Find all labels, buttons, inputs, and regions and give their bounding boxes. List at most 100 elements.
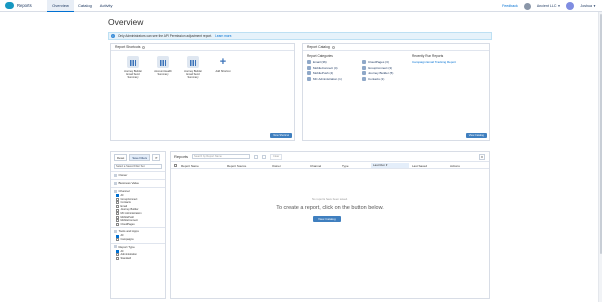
filter-actions: Reset Save Filters ⟳: [111, 152, 165, 163]
cloudpages-icon: [362, 60, 366, 64]
shortcut-item[interactable]: Account Health Summary: [151, 56, 175, 79]
tab-overview[interactable]: Overview: [47, 0, 74, 12]
new-shortcut-button[interactable]: New Shortcut: [270, 133, 292, 138]
category-mobileconnect[interactable]: MobileConnect (4): [307, 65, 362, 70]
checkbox[interactable]: [116, 197, 119, 201]
tab-bar: Overview Catalog Activity: [47, 0, 116, 12]
category-label: MobileConnect (4): [313, 65, 338, 70]
gear-icon[interactable]: ⚙: [479, 154, 485, 160]
tab-catalog[interactable]: Catalog: [74, 0, 96, 12]
recent-heading: Recently Run Reports: [412, 54, 444, 58]
clear-button[interactable]: Clear: [270, 153, 283, 160]
filter-option[interactable]: Standard: [116, 257, 162, 261]
user-menu[interactable]: Joshua ▼: [580, 4, 596, 8]
push-icon: [307, 71, 311, 76]
category-mc-administration[interactable]: MC Administration (1): [307, 76, 362, 81]
checkbox[interactable]: [116, 219, 119, 223]
shortcut-item[interactable]: Journey Builder Email Send Summary: [121, 56, 145, 79]
filter-group-header[interactable]: Report Type: [114, 245, 162, 249]
category-label: CloudPages (3): [368, 60, 389, 64]
help-icon[interactable]: [142, 45, 146, 49]
report-chart-icon: [187, 56, 199, 68]
group-title: Business Value: [118, 181, 139, 185]
checkbox[interactable]: [116, 205, 119, 209]
view-catalog-button[interactable]: View Catalog: [465, 133, 487, 138]
saved-filter-select[interactable]: Select a Saved Filter Set: [114, 164, 162, 169]
filter-group-header[interactable]: Business Value: [114, 181, 162, 185]
help-icon[interactable]: [523, 2, 531, 10]
page-scrollbar[interactable]: [598, 12, 602, 302]
shortcut-label: Add Shortcut: [215, 70, 231, 73]
email-icon: [307, 60, 311, 64]
checkbox[interactable]: [116, 201, 119, 205]
search-icon[interactable]: [254, 154, 259, 159]
empty-note: No reports have been saved.: [312, 197, 348, 201]
filter-option[interactable]: Campaigns: [116, 238, 162, 242]
category-contacts[interactable]: Contacts (1): [362, 76, 417, 81]
category-label: Contacts (1): [368, 76, 385, 81]
feedback-link[interactable]: Feedback: [502, 4, 518, 8]
avatar[interactable]: [566, 2, 575, 10]
column-actions: Actions: [450, 163, 460, 168]
option-label: Standard: [120, 256, 132, 260]
checkbox[interactable]: [116, 234, 119, 238]
chevron-down-icon: ▼: [593, 4, 596, 8]
column-report-name[interactable]: Report Name: [181, 164, 199, 168]
category-journey-builder[interactable]: Journey Builder (5): [362, 71, 417, 76]
filter-icon[interactable]: [262, 154, 267, 159]
group-title: Tools and Apps: [118, 229, 139, 234]
filter-panel: Reset Save Filters ⟳ Select a Saved Filt…: [110, 151, 166, 299]
category-groupconnect[interactable]: GroupConnect (3): [362, 65, 417, 70]
refresh-icon[interactable]: ⟳: [152, 154, 161, 161]
shortcut-item[interactable]: Journey Builder Email Send Summary: [181, 56, 205, 79]
column-channel[interactable]: Channel: [310, 164, 321, 168]
select-all-checkbox[interactable]: [174, 164, 177, 167]
save-filters-button[interactable]: Save Filters: [129, 154, 151, 161]
tab-activity[interactable]: Activity: [96, 0, 117, 12]
checkbox[interactable]: [116, 212, 119, 216]
category-email[interactable]: Email (36): [307, 60, 362, 64]
checkbox[interactable]: [116, 238, 119, 242]
recent-report-link[interactable]: Campaign Email Tracking Report: [412, 60, 456, 64]
checkbox[interactable]: [116, 249, 119, 253]
shortcut-list: Journey Builder Email Send Summary Accou…: [121, 56, 235, 79]
group-title: Report Type: [118, 244, 135, 249]
column-last-saved[interactable]: Last Saved: [412, 164, 427, 168]
filter-group-header[interactable]: Owner: [114, 173, 162, 177]
filter-group-business-value: Business Value: [111, 179, 165, 187]
view-catalog-button[interactable]: View Catalog: [313, 216, 341, 222]
empty-message: To create a report, click on the button …: [276, 205, 384, 211]
filter-group-header[interactable]: Tools and Apps: [114, 229, 162, 233]
column-last-run[interactable]: Last Run ▾: [371, 162, 409, 168]
checkbox[interactable]: [116, 208, 119, 212]
column-owner[interactable]: Owner: [272, 164, 281, 168]
shortcut-label: Journey Builder Email Send Summary: [183, 70, 203, 79]
top-right-controls: Feedback Ancient LLC ▼ Joshua ▼: [502, 0, 596, 12]
column-type[interactable]: Type: [342, 164, 349, 168]
sort-icon: ▾: [385, 162, 388, 167]
learn-more-link[interactable]: Learn more.: [215, 34, 232, 38]
checkbox[interactable]: [116, 194, 119, 198]
checkbox[interactable]: [116, 215, 119, 219]
app-name: Reports: [17, 3, 32, 8]
checkbox[interactable]: [116, 257, 119, 261]
help-icon[interactable]: [331, 45, 335, 49]
category-cloudpages[interactable]: CloudPages (3): [362, 60, 417, 64]
filter-group-header[interactable]: Channel: [114, 189, 162, 193]
search-input[interactable]: Search by Report Name: [192, 154, 251, 159]
cloud-logo-icon[interactable]: [5, 2, 14, 9]
collapse-icon: [114, 245, 117, 249]
checkbox[interactable]: [116, 253, 119, 257]
shortcut-label: Journey Builder Email Send Summary: [123, 70, 143, 79]
add-shortcut-button[interactable]: + Add Shortcut: [211, 56, 235, 79]
account-switcher[interactable]: Ancient LLC ▼: [537, 4, 561, 8]
contacts-icon: [362, 76, 366, 81]
account-name: Ancient LLC: [536, 4, 557, 8]
reset-button[interactable]: Reset: [114, 154, 128, 161]
option-label: Campaigns: [120, 237, 134, 241]
checkbox[interactable]: [116, 223, 119, 227]
info-icon: i: [111, 34, 115, 38]
category-mobilepush[interactable]: MobilePush (4): [307, 71, 362, 76]
filter-option[interactable]: CloudPages: [116, 223, 162, 227]
column-report-source[interactable]: Report Source: [227, 164, 246, 168]
